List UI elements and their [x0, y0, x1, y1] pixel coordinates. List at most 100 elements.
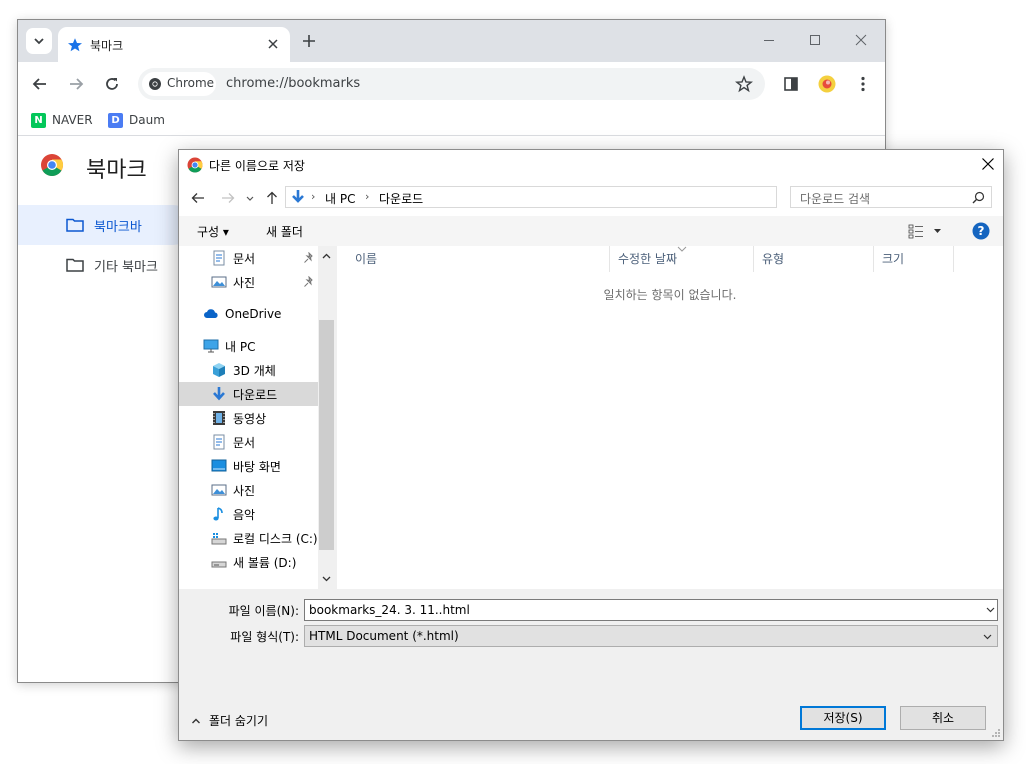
search-input[interactable]: 다운로드 검색	[790, 186, 992, 208]
nav-label: 로컬 디스크 (C:)	[233, 531, 318, 546]
document-icon	[213, 250, 225, 266]
chevron-down-icon[interactable]	[985, 604, 996, 615]
column-header-name[interactable]: 이름	[347, 246, 610, 272]
dialog-navigation-bar: › 내 PC › 다운로드 다운로드 검색	[179, 180, 1003, 216]
drive-icon	[211, 561, 227, 568]
scrollbar-thumb[interactable]	[319, 320, 334, 550]
download-arrow-icon	[292, 190, 304, 203]
forward-arrow-icon[interactable]	[221, 191, 235, 205]
profile-avatar-icon[interactable]	[818, 75, 836, 93]
nav-item-pictures[interactable]: 사진	[179, 478, 318, 502]
scroll-down-arrow-icon[interactable]	[320, 572, 333, 585]
omnibox[interactable]: Chrome chrome://bookmarks	[138, 68, 765, 100]
nav-label: 사진	[233, 275, 256, 290]
nav-label: OneDrive	[225, 307, 282, 321]
daum-logo-icon: D	[108, 112, 123, 128]
breadcrumb-separator: ›	[311, 190, 316, 203]
url-text[interactable]: chrome://bookmarks	[226, 76, 360, 91]
nav-item-new-volume-d[interactable]: 새 볼륨 (D:)	[179, 550, 318, 574]
forward-arrow-icon[interactable]	[67, 75, 85, 93]
bookmark-label: Daum	[129, 113, 165, 127]
bookmark-daum[interactable]: D Daum	[108, 112, 165, 128]
site-info-chip[interactable]: Chrome	[142, 72, 216, 96]
file-name-input[interactable]	[304, 599, 998, 621]
back-arrow-icon[interactable]	[31, 75, 49, 93]
more-menu-icon[interactable]	[854, 75, 872, 93]
up-arrow-icon[interactable]	[265, 191, 279, 205]
column-header-size[interactable]: 크기	[874, 246, 954, 272]
sort-indicator-icon	[677, 246, 687, 252]
empty-list-message: 일치하는 항목이 없습니다.	[603, 288, 737, 302]
nav-item-pictures-pinned[interactable]: 사진	[179, 270, 318, 294]
chrome-logo-icon	[149, 78, 161, 90]
document-icon	[213, 434, 225, 450]
maximize-icon[interactable]	[807, 32, 823, 48]
reload-icon[interactable]	[103, 75, 121, 93]
nav-item-desktop[interactable]: 바탕 화면	[179, 454, 318, 478]
tab-bookmarks[interactable]: 북마크	[58, 27, 290, 62]
bookmark-star-icon[interactable]	[735, 75, 753, 93]
cancel-button[interactable]: 취소	[900, 706, 986, 730]
column-header-type[interactable]: 유형	[754, 246, 874, 272]
screen: 북마크 Chrome chrome://bookmarks N NAVER D …	[0, 0, 1026, 764]
command-bar: 구성 ▾ 새 폴더 ?	[179, 216, 1003, 246]
scroll-up-arrow-icon[interactable]	[320, 250, 333, 263]
save-as-dialog: 다른 이름으로 저장 › 내 PC › 다운로드 다운로드 검색 구성 ▾ 새 …	[178, 149, 1004, 741]
minimize-icon[interactable]	[761, 32, 777, 48]
folder-icon	[66, 218, 84, 232]
nav-item-downloads[interactable]: 다운로드	[179, 382, 318, 406]
tab-search-button[interactable]	[26, 28, 52, 54]
window-close-icon[interactable]	[853, 32, 869, 48]
file-type-select[interactable]: HTML Document (*.html)	[304, 625, 998, 647]
nav-label: 문서	[233, 435, 256, 450]
computer-icon	[203, 339, 219, 353]
nav-label: 새 볼륨 (D:)	[233, 555, 297, 570]
organize-label: 구성	[197, 225, 220, 239]
close-icon[interactable]	[266, 37, 280, 51]
chevron-up-icon	[192, 718, 200, 723]
sidebar-item-other-bookmarks[interactable]: 기타 북마크	[18, 245, 193, 285]
tab-strip: 북마크	[18, 20, 885, 62]
nav-item-3d-objects[interactable]: 3D 개체	[179, 358, 318, 382]
new-folder-button[interactable]: 새 폴더	[266, 223, 303, 240]
organize-button[interactable]: 구성 ▾	[197, 223, 229, 240]
bookmark-naver[interactable]: N NAVER	[31, 112, 93, 128]
nav-item-onedrive[interactable]: OneDrive	[179, 302, 318, 326]
nav-item-videos[interactable]: 동영상	[179, 406, 318, 430]
music-note-icon	[213, 507, 223, 521]
nav-pane-scrollbar[interactable]	[318, 246, 335, 589]
recent-locations-chevron-icon[interactable]	[245, 191, 255, 205]
nav-item-documents[interactable]: 문서	[179, 430, 318, 454]
star-filled-icon	[68, 38, 82, 52]
side-panel-icon[interactable]	[782, 75, 800, 93]
nav-item-this-pc[interactable]: 내 PC	[179, 334, 318, 358]
new-tab-plus-icon[interactable]	[300, 32, 318, 50]
film-icon	[213, 411, 225, 425]
picture-icon	[211, 276, 227, 288]
back-arrow-icon[interactable]	[191, 191, 205, 205]
nav-label: 동영상	[233, 411, 267, 426]
save-button[interactable]: 저장(S)	[800, 706, 886, 730]
close-icon[interactable]	[981, 157, 995, 171]
chevron-down-icon	[34, 38, 44, 45]
svg-text:?: ?	[978, 224, 985, 238]
file-type-label: 파일 형식(T):	[230, 630, 299, 644]
search-icon	[972, 191, 985, 204]
chip-label: Chrome	[167, 76, 215, 90]
breadcrumb-downloads[interactable]: 다운로드	[379, 190, 423, 207]
page-title: 북마크	[86, 158, 147, 183]
address-bar[interactable]: › 내 PC › 다운로드	[285, 186, 877, 208]
help-icon[interactable]: ?	[972, 222, 990, 240]
hide-folders-toggle[interactable]: 폴더 숨기기	[191, 712, 268, 729]
sidebar-item-bookmarks-bar[interactable]: 북마크바	[18, 205, 193, 245]
resize-grip-icon[interactable]	[991, 728, 1001, 738]
breadcrumb-this-pc[interactable]: 내 PC	[325, 190, 355, 207]
nav-item-documents-pinned[interactable]: 문서	[179, 246, 318, 270]
nav-item-music[interactable]: 음악	[179, 502, 318, 526]
nav-label: 사진	[233, 483, 256, 498]
breadcrumb-separator: ›	[365, 190, 370, 203]
nav-item-local-disk-c[interactable]: 로컬 디스크 (C:)	[179, 526, 318, 550]
pin-icon	[304, 276, 313, 287]
folder-icon	[66, 258, 84, 272]
view-options-icon[interactable]	[907, 223, 943, 239]
